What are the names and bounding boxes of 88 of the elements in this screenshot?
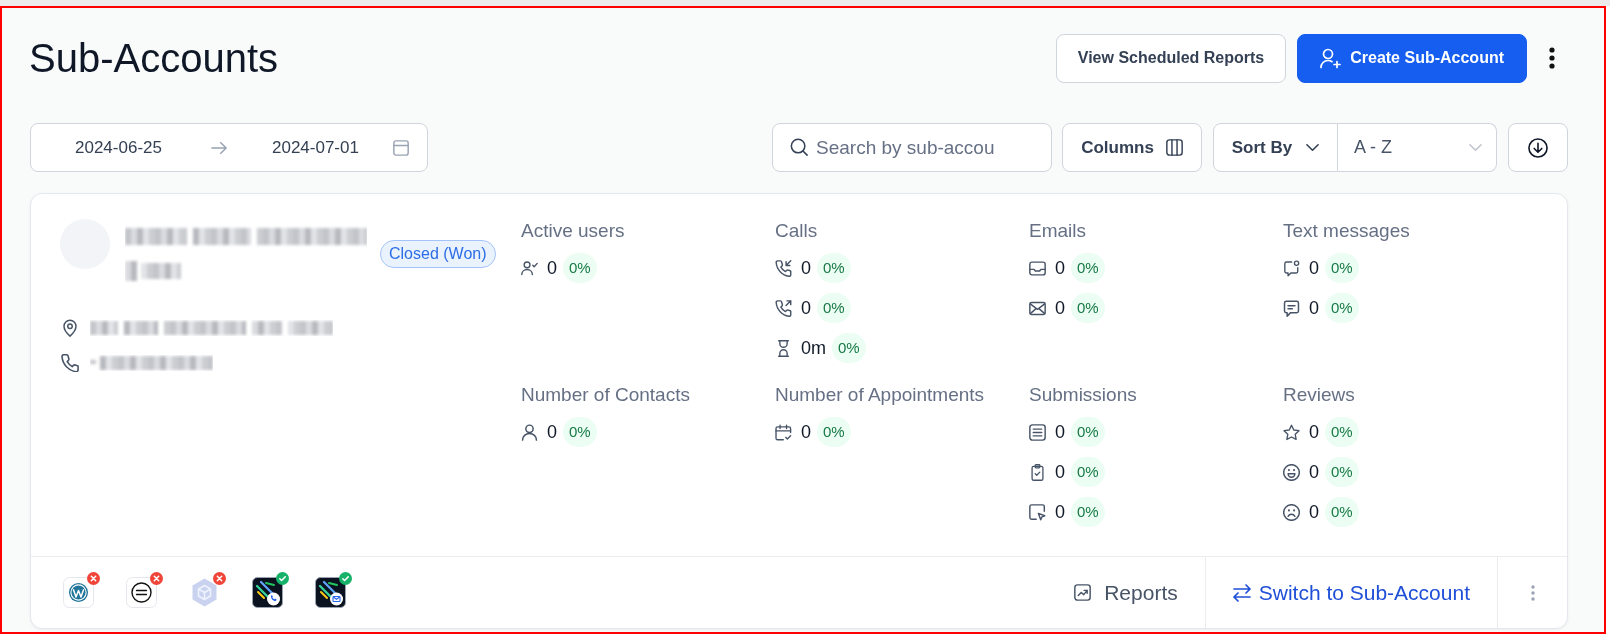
metric-value: 0 — [547, 257, 557, 279]
percentage-badge: 0% — [1071, 497, 1105, 527]
percentage-badge: 0% — [1071, 293, 1105, 323]
switch-account-button[interactable]: Switch to Sub-Account — [1204, 557, 1497, 628]
metric-label: Number of Appointments — [775, 383, 986, 407]
page-title: Sub-Accounts — [29, 38, 279, 78]
metric-value: 0 — [1309, 421, 1319, 443]
metric-value: 0 — [1309, 501, 1319, 523]
columns-icon — [1165, 139, 1183, 156]
location-pin-icon — [61, 319, 79, 337]
users-check-icon — [521, 259, 538, 277]
calendar-check-icon — [775, 423, 792, 441]
phone-icon — [61, 354, 79, 372]
calendar-icon — [392, 139, 409, 156]
percentage-badge: 0% — [1325, 293, 1359, 323]
search-field[interactable]: Search by sub-accou — [772, 123, 1052, 172]
chevron-down-icon — [1306, 141, 1320, 154]
hourglass-icon — [775, 339, 792, 357]
scheduled-reports-button[interactable]: View Scheduled Reports — [1055, 33, 1287, 83]
user-icon — [521, 423, 538, 441]
start-date: 2024-06-25 — [75, 137, 162, 158]
app-mail-icon — [315, 577, 346, 608]
frown-icon — [1283, 503, 1300, 521]
percentage-badge: 0% — [563, 253, 597, 283]
hexagon-cube-icon — [189, 577, 220, 608]
sort-order-select[interactable]: A - Z — [1338, 123, 1497, 172]
create-account-button[interactable]: Create Sub-Account — [1297, 33, 1527, 83]
user-plus-icon — [1320, 47, 1342, 69]
arrow-right-icon — [210, 139, 227, 156]
list-icon — [1029, 423, 1046, 441]
metric-value: 0 — [1055, 257, 1065, 279]
phone-incoming-icon — [775, 259, 792, 277]
percentage-badge: 0% — [1325, 417, 1359, 447]
message-text-icon — [1283, 299, 1300, 317]
percentage-badge: 0% — [1071, 253, 1105, 283]
metric-label: Emails — [1029, 219, 1087, 243]
metric-value: 0 — [1309, 257, 1319, 279]
more-icon[interactable] — [1549, 47, 1555, 69]
percentage-badge: 0% — [1071, 457, 1105, 487]
metric-value: 0 — [1055, 297, 1065, 319]
cursor-box-icon — [1029, 503, 1046, 521]
metric-value: 0 — [1055, 421, 1065, 443]
download-button[interactable] — [1508, 123, 1568, 172]
percentage-badge: 0% — [563, 417, 597, 447]
smiley-icon — [1283, 463, 1300, 481]
percentage-badge: 0% — [832, 333, 866, 363]
metric-value: 0m — [801, 337, 826, 359]
star-icon — [1283, 423, 1300, 441]
metric-value: 0 — [801, 421, 811, 443]
reports-button[interactable]: Reports — [1047, 557, 1205, 628]
metric-value: 0 — [801, 297, 811, 319]
percentage-badge: 0% — [1071, 417, 1105, 447]
metric-value: 0 — [1309, 297, 1319, 319]
metric-value: 0 — [1309, 461, 1319, 483]
metric-label: Submissions — [1029, 383, 1138, 407]
columns-button[interactable]: Columns — [1062, 123, 1202, 172]
metric-value: 0 — [1055, 501, 1065, 523]
message-dot-icon — [1283, 259, 1300, 277]
clipboard-check-icon — [1029, 463, 1046, 481]
percentage-badge: 0% — [817, 253, 851, 283]
percentage-badge: 0% — [817, 417, 851, 447]
phone-outgoing-icon — [775, 299, 792, 317]
percentage-badge: 0% — [817, 293, 851, 323]
end-date: 2024-07-01 — [271, 137, 359, 158]
metric-label: Reviews — [1283, 383, 1356, 407]
metric-value: 0 — [1055, 461, 1065, 483]
chart-icon — [1074, 584, 1092, 601]
download-icon — [1528, 137, 1548, 158]
status-tag: Closed (Won) — [380, 240, 496, 268]
percentage-badge: 0% — [1325, 497, 1359, 527]
chevron-down-icon — [1469, 141, 1482, 154]
app-phone-icon — [252, 577, 283, 608]
envelope-icon — [1029, 299, 1046, 317]
search-icon — [790, 138, 808, 156]
percentage-badge: 0% — [1325, 253, 1359, 283]
inbox-icon — [1029, 259, 1046, 277]
metric-label: Text messages — [1283, 219, 1411, 243]
metric-value: 0 — [801, 257, 811, 279]
metric-value: 0 — [547, 421, 557, 443]
sort-by-button[interactable]: Sort By — [1213, 123, 1338, 172]
metric-label: Calls — [775, 219, 819, 243]
switch-arrows-icon — [1231, 582, 1252, 603]
date-range-field[interactable]: 2024-06-25 2024-07-01 — [30, 123, 428, 172]
ring-logo-icon — [126, 577, 157, 608]
percentage-badge: 0% — [1325, 457, 1359, 487]
circle-logo-icon — [63, 577, 94, 608]
metric-label: Number of Contacts — [521, 383, 691, 407]
metric-label: Active users — [521, 219, 626, 243]
